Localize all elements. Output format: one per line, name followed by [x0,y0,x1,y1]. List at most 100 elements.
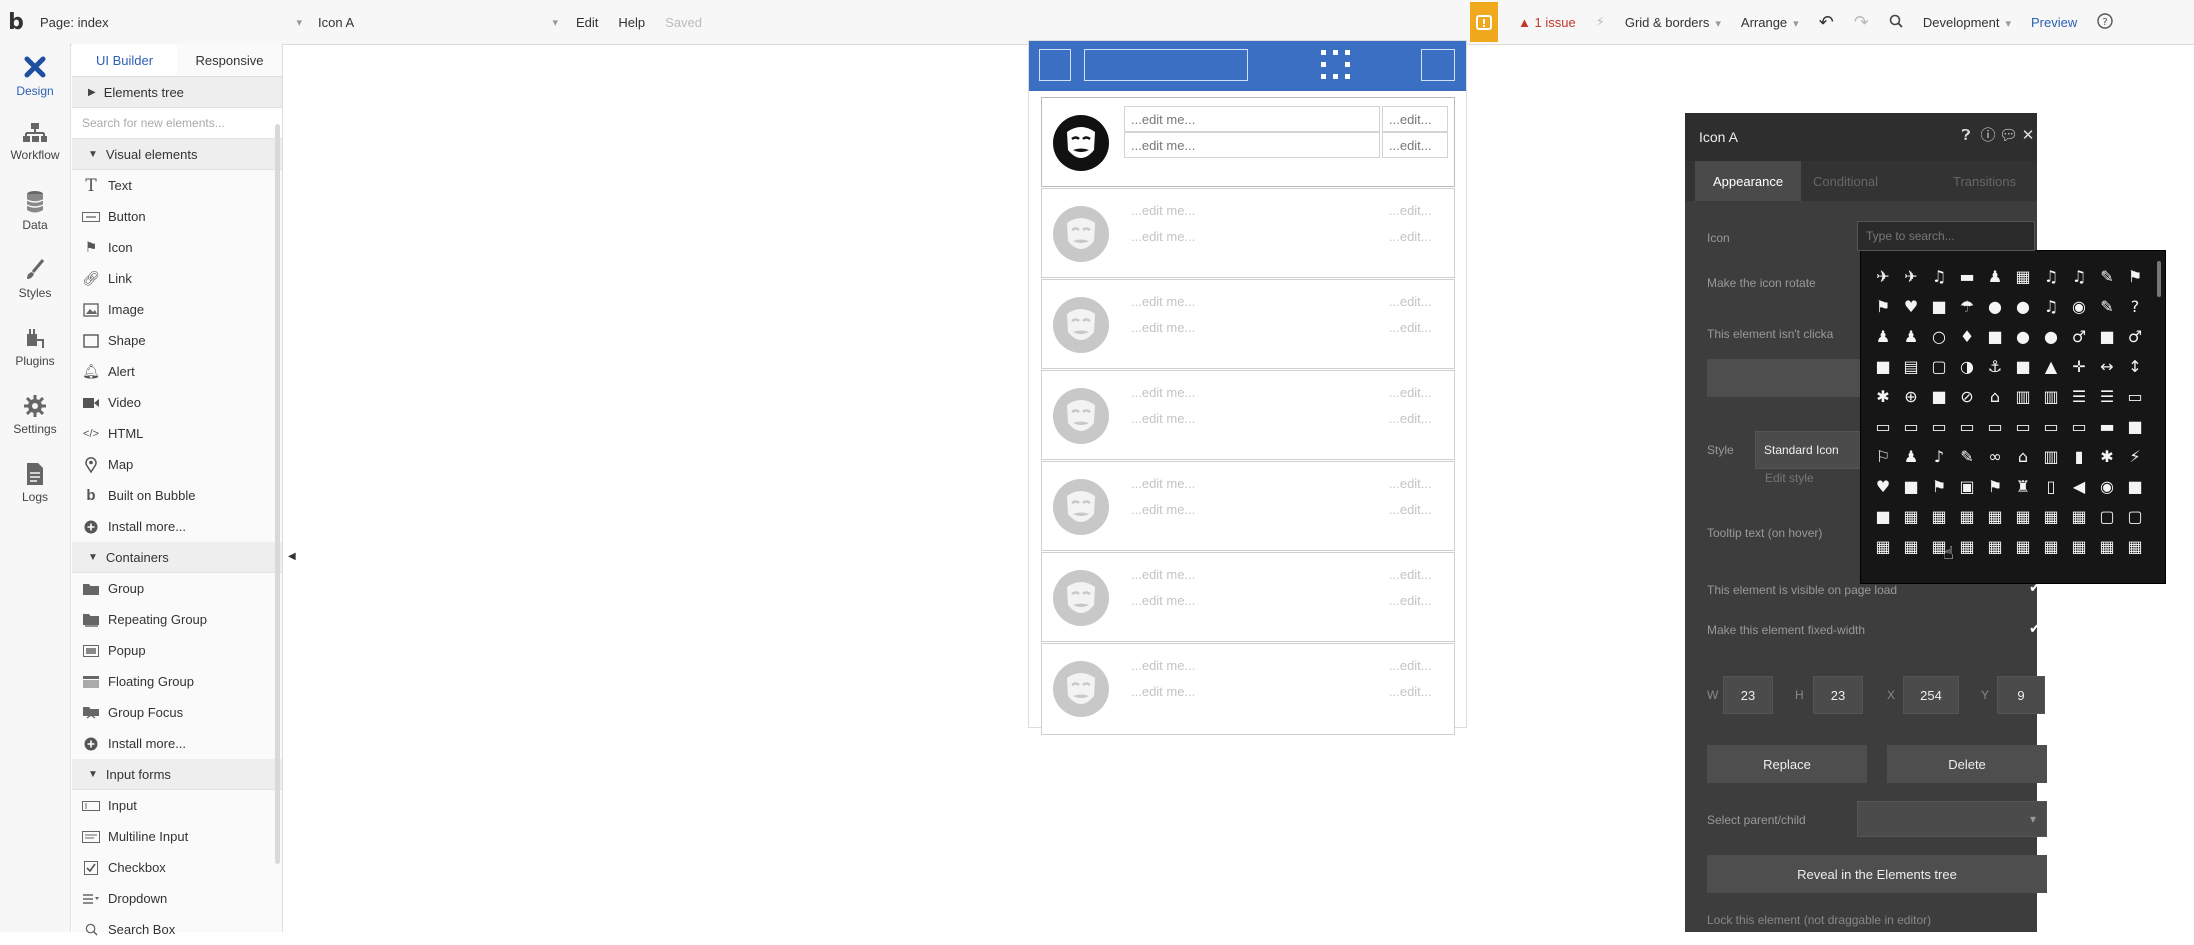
icon-option[interactable]: ■ [1925,291,1953,321]
icon-option[interactable]: ▦ [1869,531,1897,561]
icon-option[interactable]: ⚑ [1981,471,2009,501]
icon-option[interactable]: ♥ [1869,471,1897,501]
icon-option[interactable]: ↕ [2121,351,2149,381]
icon-option[interactable]: ? [2121,291,2149,321]
edit-input-small[interactable]: ...edit... [1382,223,1448,249]
anonymous-mask-avatar[interactable] [1052,205,1110,263]
info-icon[interactable]: ⓘ [1979,127,1997,145]
visual-elements-header[interactable]: ▼ Visual elements [72,139,282,170]
icon-option[interactable]: ✎ [2093,291,2121,321]
menu-help[interactable]: Help [608,15,655,30]
icon-option[interactable]: ▢ [1925,351,1953,381]
icon-option[interactable]: ♂ [2121,321,2149,351]
palette-item-video[interactable]: Video [72,387,282,418]
delete-button[interactable]: Delete [1887,745,2047,783]
rail-plugins[interactable]: Plugins [0,326,70,368]
edit-me-input[interactable]: ...edit me... [1124,561,1380,587]
palette-item-search-box[interactable]: Search Box [72,914,282,945]
style-dropdown[interactable]: Standard Icon [1755,431,1865,469]
page-canvas[interactable]: ...edit me... ...edit... ...edit me... ...e… [1028,40,1467,735]
help-icon[interactable]: ❓︎ [1957,127,1975,145]
header-title-element[interactable] [1084,49,1248,81]
icon-option[interactable]: ▥ [2037,441,2065,471]
palette-item-alert[interactable]: 🔔︎ Alert [72,356,282,387]
edit-me-input[interactable]: ...edit me... [1124,197,1380,223]
icon-option[interactable]: ♫ [2037,291,2065,321]
help-circle-icon[interactable]: ? [2087,12,2123,32]
grid-borders-menu[interactable]: Grid & borders ▾ [1615,15,1731,30]
palette-item-html[interactable]: </> HTML [72,418,282,449]
edit-me-input[interactable]: ...edit me... [1124,379,1380,405]
replace-button[interactable]: Replace [1707,745,1867,783]
icon-option[interactable]: ▭ [1869,411,1897,441]
redo-icon[interactable]: ↷ [1844,12,1879,33]
elements-tree-header[interactable]: ▶ Elements tree [72,77,282,108]
icon-option[interactable]: ✎ [1953,441,1981,471]
icon-option[interactable]: ▭ [1981,411,2009,441]
icon-option[interactable]: ▥ [2009,381,2037,411]
icon-option[interactable]: ♟ [1869,321,1897,351]
icon-option[interactable]: ▢ [2093,501,2121,531]
icon-option[interactable]: ♟ [1897,321,1925,351]
close-icon[interactable]: ✕ [2019,127,2037,145]
icon-option[interactable]: ■ [1897,471,1925,501]
rg-cell[interactable]: ...edit me... ...edit... ...edit me... ...e… [1041,279,1455,369]
parent-child-dropdown[interactable]: ▾ [1857,801,2047,837]
width-input[interactable]: 23 [1723,676,1773,714]
icon-option[interactable]: ✈ [1869,261,1897,291]
undo-icon[interactable]: ↶ [1809,12,1844,33]
icon-option[interactable]: ▣ [1953,471,1981,501]
rg-cell[interactable]: ...edit me... ...edit... ...edit me... ...e… [1041,97,1455,187]
icon-option[interactable]: ▦ [2037,531,2065,561]
edit-input-small[interactable]: ...edit... [1382,678,1448,704]
rg-cell[interactable]: ...edit me... ...edit... ...edit me... ...e… [1041,188,1455,278]
edit-me-input[interactable]: ...edit me... [1124,470,1380,496]
icon-option[interactable]: ○ [1925,321,1953,351]
edit-input-small[interactable]: ...edit... [1382,132,1448,158]
icon-option[interactable]: ▭ [1953,411,1981,441]
icon-option[interactable]: ▦ [1897,501,1925,531]
icon-option[interactable]: ▭ [2065,411,2093,441]
edit-me-input[interactable]: ...edit me... [1124,496,1380,522]
icon-option[interactable]: ■ [2009,351,2037,381]
edit-me-input[interactable]: ...edit me... [1124,106,1380,132]
palette-item-button[interactable]: Button [72,201,282,232]
icon-option[interactable]: ▦ [2065,531,2093,561]
icon-option[interactable]: ⌂ [1981,381,2009,411]
edit-input-small[interactable]: ...edit... [1382,314,1448,340]
icon-option[interactable]: ↔ [2093,351,2121,381]
anonymous-mask-avatar[interactable] [1052,478,1110,536]
rg-cell[interactable]: ...edit me... ...edit... ...edit me... ...e… [1041,461,1455,551]
selected-icon-handles[interactable] [1319,48,1353,82]
palette-item-group-focus[interactable]: Group Focus [72,697,282,728]
icon-option[interactable]: ▢ [2121,501,2149,531]
icon-option[interactable]: ✈ [1897,261,1925,291]
edit-input-small[interactable]: ...edit... [1382,587,1448,613]
element-search-input[interactable]: Search for new elements... [72,108,282,139]
icon-option[interactable]: ♟ [1981,261,2009,291]
anonymous-mask-avatar[interactable] [1052,660,1110,718]
anonymous-mask-avatar[interactable] [1052,387,1110,445]
icon-option[interactable]: ⚐ [1869,441,1897,471]
icon-option[interactable]: ▬ [1953,261,1981,291]
palette-item-image[interactable]: Image [72,294,282,325]
edit-input-small[interactable]: ...edit... [1382,470,1448,496]
input-forms-header[interactable]: ▼ Input forms [72,759,282,790]
icon-option[interactable]: ▦ [1953,531,1981,561]
preview-link[interactable]: Preview [2021,15,2087,30]
icon-option[interactable]: ▦ [1953,501,1981,531]
edit-me-input[interactable]: ...edit me... [1124,223,1380,249]
icon-option[interactable]: ■ [1869,501,1897,531]
anonymous-mask-avatar[interactable] [1052,569,1110,627]
icon-option[interactable]: ⊕ [1897,381,1925,411]
palette-item-icon[interactable]: ⚑ Icon [72,232,282,263]
palette-item-map[interactable]: Map [72,449,282,480]
icon-option[interactable]: ● [2037,321,2065,351]
icon-option[interactable]: ■ [1869,351,1897,381]
edit-input-small[interactable]: ...edit... [1382,197,1448,223]
icon-option[interactable]: ▯ [2037,471,2065,501]
rail-data[interactable]: Data [0,190,70,232]
icon-option[interactable]: ■ [1981,321,2009,351]
icon-option[interactable]: ⚡ [2121,441,2149,471]
rg-cell[interactable]: ...edit me... ...edit... ...edit me... ...e… [1041,370,1455,460]
